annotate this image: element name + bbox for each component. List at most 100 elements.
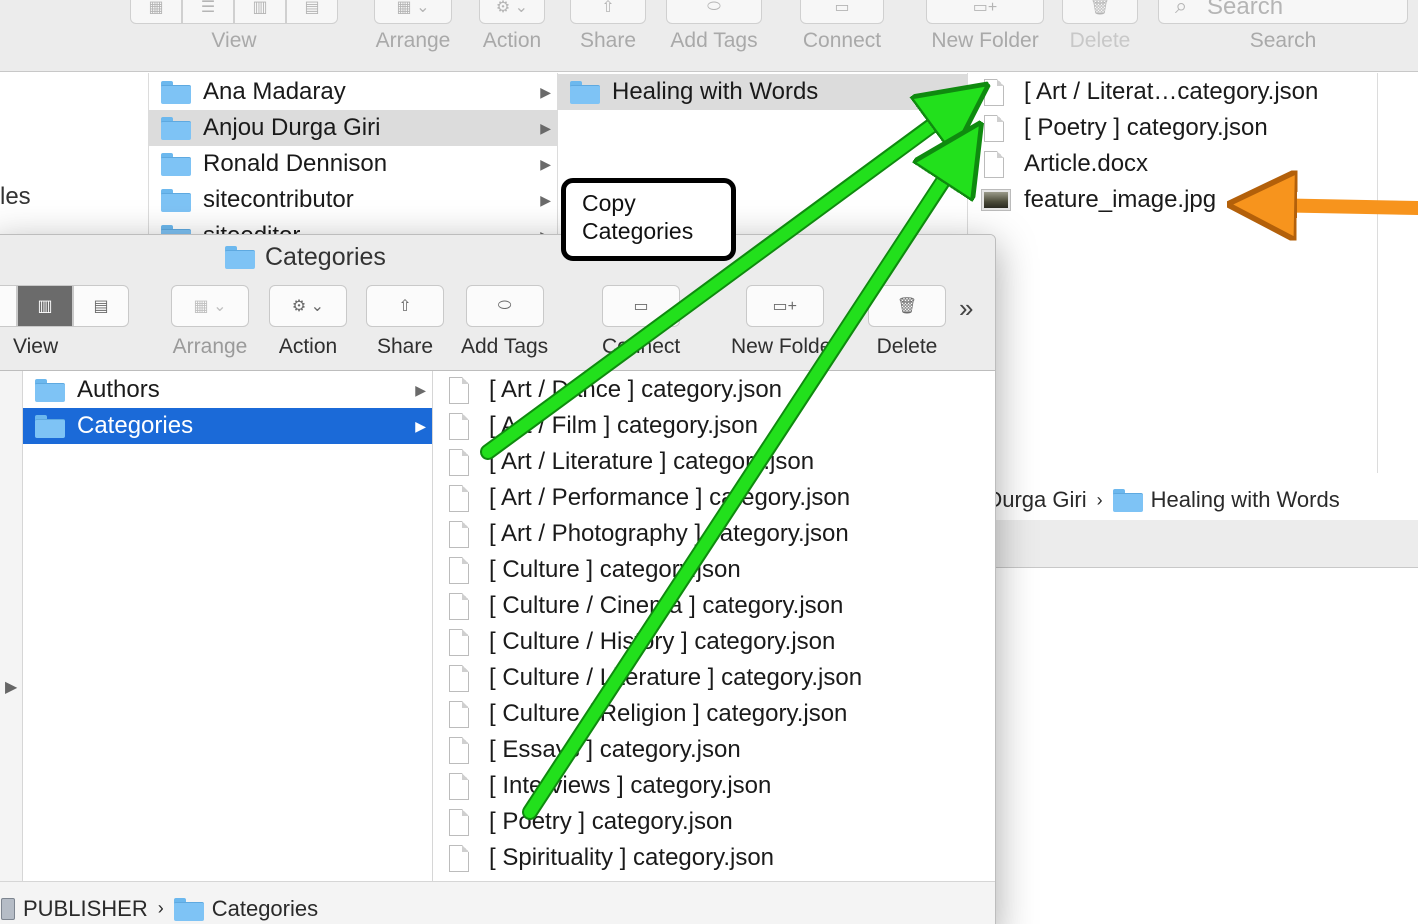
front-delete-button[interactable]: 🗑	[868, 285, 946, 327]
gear-icon: ⚙ ⌄	[291, 298, 325, 315]
front-action-label: Action	[278, 335, 338, 358]
path-segment[interactable]: Healing with Words	[1151, 487, 1340, 513]
back-search-field[interactable]: ⌕ Search	[1158, 0, 1408, 24]
path-segment[interactable]: Categories	[212, 896, 318, 922]
gallery-icon: ▤	[304, 0, 320, 16]
back-column-users: Ana Madaray ▶ Anjou Durga Giri ▶ Ronald …	[148, 73, 558, 249]
file-label: [ Art / Photography ] category.json	[489, 520, 849, 547]
file-row[interactable]: [ Culture / History ] category.json	[433, 624, 995, 660]
disclosure-arrow-icon[interactable]: ▶	[5, 677, 17, 697]
document-icon	[449, 844, 469, 872]
file-row[interactable]: [ Essays ] category.json	[433, 732, 995, 768]
disclosure-arrow-icon: ▶	[540, 191, 551, 208]
file-row[interactable]: [ Art / Photography ] category.json	[433, 516, 995, 552]
back-connect-button[interactable]: ▭	[800, 0, 884, 24]
back-add-tags-button[interactable]: ⬭	[666, 0, 762, 24]
file-row[interactable]: [ Spirituality ] category.json	[433, 840, 995, 876]
folder-label: Healing with Words	[612, 78, 819, 105]
document-icon	[449, 736, 469, 764]
back-view-label: View	[211, 29, 257, 52]
path-segment[interactable]: PUBLISHER	[23, 896, 148, 922]
column-view-button[interactable]: ▥	[17, 285, 73, 327]
front-add-tags-button[interactable]: ⬭	[465, 285, 544, 327]
front-new-folder-button[interactable]: ▭+	[745, 285, 824, 327]
file-row[interactable]: Article.docx	[968, 146, 1377, 182]
folder-row-sitecontributor[interactable]: sitecontributor ▶	[149, 182, 557, 218]
front-arrange-control: ▦ ⌄ Arrange	[171, 285, 249, 359]
file-label: [ Art / Literat…category.json	[1024, 78, 1319, 105]
list-view-button[interactable]: ☰	[182, 0, 234, 24]
file-row[interactable]: [ Culture / Literature ] category.json	[433, 660, 995, 696]
back-window-bottom-bar	[968, 520, 1418, 568]
back-arrange-button[interactable]: ▦ ⌄	[374, 0, 452, 24]
file-row[interactable]: [ Culture / Cinema ] category.json	[433, 588, 995, 624]
file-label: [ Culture / Religion ] category.json	[489, 700, 848, 727]
folder-row-ana-madaray[interactable]: Ana Madaray ▶	[149, 74, 557, 110]
back-sidebar-item-fragment[interactable]: les	[0, 183, 31, 211]
file-row[interactable]: feature_image.jpg	[968, 182, 1377, 218]
front-connect-label: Connect	[602, 335, 681, 358]
folder-icon	[570, 81, 600, 104]
back-column-files: [ Art / Literat…category.json [ Poetry ]…	[968, 73, 1378, 473]
back-connect-label: Connect	[802, 29, 882, 52]
back-view-segments: ▦ ☰ ▥ ▤	[130, 0, 338, 24]
tag-icon: ⬭	[497, 297, 512, 314]
document-icon	[449, 664, 469, 692]
file-row[interactable]: [ Culture ] category.json	[433, 552, 995, 588]
file-row[interactable]: [ Art / Dance ] category.json	[433, 372, 995, 408]
front-share-button[interactable]: ⇧	[366, 285, 444, 327]
file-row[interactable]: [ Art / Film ] category.json	[433, 408, 995, 444]
folder-row-anjou-durga-giri[interactable]: Anjou Durga Giri ▶	[149, 110, 557, 146]
folder-icon	[35, 379, 65, 402]
gallery-icon: ▤	[93, 298, 109, 315]
file-row[interactable]: [ Culture / Religion ] category.json	[433, 696, 995, 732]
front-share-label: Share	[376, 335, 434, 358]
folder-icon	[161, 117, 191, 140]
document-icon	[449, 592, 469, 620]
back-new-folder-label: New Folder	[931, 29, 1039, 52]
trash-icon: 🗑	[896, 298, 918, 315]
back-share-button[interactable]: ⇧	[570, 0, 646, 24]
front-arrange-button[interactable]: ▦ ⌄	[171, 285, 249, 327]
document-icon	[449, 700, 469, 728]
file-label: feature_image.jpg	[1024, 186, 1217, 213]
file-row[interactable]: [ Poetry ] category.json	[968, 110, 1377, 146]
folder-icon	[161, 189, 191, 212]
file-label: [ Poetry ] category.json	[1024, 114, 1268, 141]
file-label: Article.docx	[1024, 150, 1149, 177]
document-icon	[449, 412, 469, 440]
disclosure-arrow-icon: ▶	[950, 83, 961, 100]
front-action-button[interactable]: ⚙ ⌄	[269, 285, 347, 327]
server-icon: ▭	[834, 0, 850, 16]
front-view-label: View	[13, 335, 59, 358]
folder-row-categories[interactable]: Categories ▶	[23, 408, 432, 444]
folder-row-healing-with-words[interactable]: Healing with Words ▶	[558, 74, 967, 110]
window-title-text: Categories	[265, 243, 386, 271]
gallery-view-button[interactable]: ▤	[73, 285, 129, 327]
front-sidebar-edge: ▶	[0, 371, 23, 881]
back-delete-button[interactable]: 🗑	[1062, 0, 1138, 24]
toolbar-overflow-button[interactable]: »	[959, 293, 973, 324]
list-view-button[interactable]: ☰	[0, 285, 17, 327]
file-row[interactable]: [ Art / Literat…category.json	[968, 74, 1377, 110]
file-row[interactable]: [ Art / Literature ] category.json	[433, 444, 995, 480]
new-folder-icon: ▭+	[972, 0, 998, 16]
gallery-view-button[interactable]: ▤	[286, 0, 338, 24]
column-view-button[interactable]: ▥	[234, 0, 286, 24]
folder-label: Anjou Durga Giri	[203, 114, 381, 141]
file-row[interactable]: [ Interviews ] category.json	[433, 768, 995, 804]
back-add-tags-label: Add Tags	[670, 29, 758, 52]
file-row[interactable]: [ Art / Performance ] category.json	[433, 480, 995, 516]
back-toolbar: ▦ ☰ ▥ ▤ View ▦ ⌄ Arrange ⚙ ⌄ Action ⇧ Sh…	[0, 0, 1418, 72]
disclosure-arrow-icon: ▶	[540, 83, 551, 100]
front-connect-button[interactable]: ▭	[602, 285, 681, 327]
file-row[interactable]: [ Poetry ] category.json	[433, 804, 995, 840]
back-new-folder-button[interactable]: ▭+	[926, 0, 1044, 24]
icon-view-button[interactable]: ▦	[130, 0, 182, 24]
back-share-label: Share	[579, 29, 637, 52]
folder-row-authors[interactable]: Authors ▶	[23, 372, 432, 408]
folder-row-ronald-dennison[interactable]: Ronald Dennison ▶	[149, 146, 557, 182]
list-icon: ☰	[200, 0, 216, 16]
back-action-button[interactable]: ⚙ ⌄	[479, 0, 545, 24]
chevron-right-icon: ›	[157, 898, 164, 918]
